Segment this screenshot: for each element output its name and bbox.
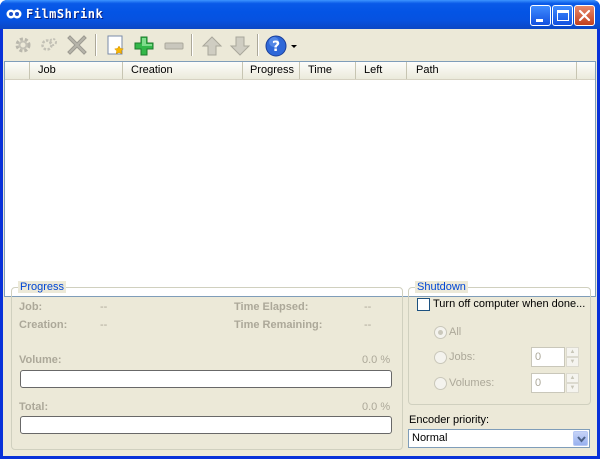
volumes-spinner-input[interactable]: 0 [531,373,565,393]
job-value: -- [100,301,108,313]
settings-button[interactable] [11,33,37,57]
remove-button[interactable] [161,33,187,57]
move-up-button[interactable] [199,33,225,57]
app-film-icon [6,9,22,19]
move-down-icon [229,36,251,56]
jobs-spinner-buttons[interactable]: ▲ ▼ [566,347,579,367]
progress-group: Progress Job: -- Creation: -- Time Elaps… [11,281,403,450]
window-title: FilmShrink [26,7,104,21]
volumes-spinner-buttons[interactable]: ▲ ▼ [566,373,579,393]
spin-up-icon[interactable]: ▲ [566,373,579,383]
time-elapsed-value: -- [364,301,372,313]
tools-icon [41,38,57,51]
volumes-radio[interactable] [434,377,447,390]
column-header-creation[interactable]: Creation [123,62,243,79]
add-plus-icon [134,36,154,56]
maximize-icon [557,10,569,21]
new-job-icon [107,35,124,55]
creation-label: Creation: [19,319,68,331]
spin-down-icon[interactable]: ▼ [566,357,579,367]
column-header-job[interactable]: Job [30,62,123,79]
job-list[interactable]: Job Creation Progress Time Left Path [4,61,596,297]
volumes-radio-label: Volumes: [449,377,495,389]
total-percent: 0.0 % [362,401,391,413]
minimize-icon [536,19,543,22]
add-button[interactable] [131,33,157,57]
total-label: Total: [19,401,49,413]
delete-x-icon [67,35,87,55]
close-icon [578,9,591,22]
toolbar-separator [95,34,97,56]
column-header-time[interactable]: Time [300,62,356,79]
remove-minus-icon [164,42,184,50]
column-header-left[interactable]: Left [356,62,407,79]
delete-button[interactable] [65,33,91,57]
help-icon: ? [265,35,287,57]
encoder-priority-label: Encoder priority: [409,414,490,426]
column-header-path[interactable]: Path [407,62,577,79]
title-bar[interactable]: FilmShrink [0,0,600,29]
time-remaining-label: Time Remaining: [234,319,323,331]
turn-off-label[interactable]: Turn off computer when done... [433,298,585,310]
toolbar-separator [257,34,259,56]
encoder-priority-value: Normal [412,432,448,444]
time-elapsed-label: Time Elapsed: [234,301,309,313]
toolbar: ? [3,29,597,61]
jobs-spinner-input[interactable]: 0 [531,347,565,367]
toolbar-separator [191,34,193,56]
client-area: ? Job Creation Progress Time Left Path P… [3,29,597,456]
help-dropdown-button[interactable] [287,33,299,57]
shutdown-group-title: Shutdown [415,281,468,293]
help-button[interactable]: ? [263,33,289,57]
volume-percent: 0.0 % [362,354,391,366]
svg-text:?: ? [272,39,280,55]
move-down-button[interactable] [227,33,253,57]
column-header-progress[interactable]: Progress [243,62,300,79]
turn-off-checkbox[interactable] [417,298,430,311]
volume-label: Volume: [19,354,62,366]
dropdown-arrow-icon [291,45,297,48]
app-window: FilmShrink ? Job Creation Progress Time … [0,0,600,459]
new-job-button[interactable] [103,33,129,57]
total-progress-bar [20,416,392,434]
creation-value: -- [100,319,108,331]
volume-progress-bar [20,370,392,388]
column-header-blank[interactable] [5,62,30,79]
maximize-button[interactable] [552,5,573,26]
progress-group-title: Progress [18,281,67,293]
spin-down-icon[interactable]: ▼ [566,383,579,393]
jobs-radio-label: Jobs: [449,351,476,363]
job-label: Job: [19,301,43,313]
spin-up-icon[interactable]: ▲ [566,347,579,357]
move-up-icon [201,36,223,56]
encoder-priority-dropdown-button[interactable] [573,431,588,446]
shutdown-group: Shutdown Turn off computer when done... … [408,281,591,405]
time-remaining-value: -- [364,319,372,331]
tools-button[interactable] [37,33,63,57]
close-button[interactable] [574,5,595,26]
all-radio[interactable] [434,326,447,339]
all-radio-label: All [449,326,462,338]
encoder-priority-select[interactable]: Normal [408,429,590,448]
chevron-down-icon [577,436,586,443]
jobs-radio[interactable] [434,351,447,364]
minimize-button[interactable] [530,5,551,26]
settings-gear-icon [15,37,31,53]
job-list-header: Job Creation Progress Time Left Path [5,62,595,80]
